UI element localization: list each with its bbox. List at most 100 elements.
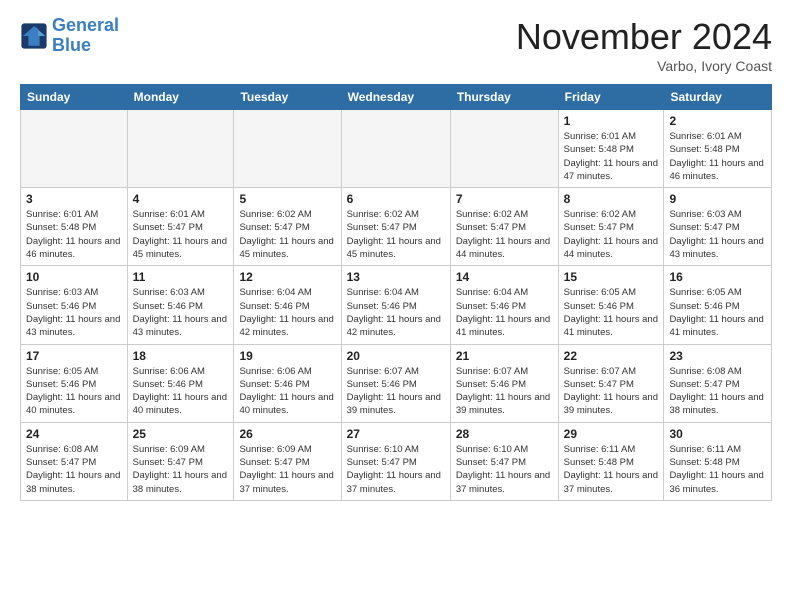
day-number: 19 [239,349,335,363]
day-number: 15 [564,270,659,284]
weekday-header: Monday [127,85,234,110]
day-info: Sunrise: 6:09 AM Sunset: 5:47 PM Dayligh… [239,443,335,496]
weekday-header: Saturday [664,85,772,110]
day-info: Sunrise: 6:05 AM Sunset: 5:46 PM Dayligh… [669,286,766,339]
calendar-cell: 2 Sunrise: 6:01 AM Sunset: 5:48 PM Daylig… [664,110,772,188]
calendar-cell: 5Sunrise: 6:02 AM Sunset: 5:47 PM Daylig… [234,188,341,266]
calendar: SundayMondayTuesdayWednesdayThursdayFrid… [20,84,772,501]
day-number: 7 [456,192,553,206]
calendar-cell: 25 Sunrise: 6:09 AM Sunset: 5:47 PM Dayli… [127,422,234,500]
calendar-cell: 18 Sunrise: 6:06 AM Sunset: 5:46 PM Dayli… [127,344,234,422]
day-number: 27 [347,427,445,441]
day-info: Sunrise: 6:02 AM Sunset: 5:47 PM Dayligh… [239,208,335,261]
calendar-week-row: 3Sunrise: 6:01 AM Sunset: 5:48 PM Daylig… [21,188,772,266]
day-info: Sunrise: 6:06 AM Sunset: 5:46 PM Dayligh… [133,365,229,418]
day-number: 1 [564,114,659,128]
day-number: 8 [564,192,659,206]
header: General Blue November 2024 Varbo, Ivory … [20,16,772,74]
day-info: Sunrise: 6:08 AM Sunset: 5:47 PM Dayligh… [669,365,766,418]
day-info: Sunrise: 6:02 AM Sunset: 5:47 PM Dayligh… [564,208,659,261]
calendar-cell: 13 Sunrise: 6:04 AM Sunset: 5:46 PM Dayli… [341,266,450,344]
calendar-cell: 22 Sunrise: 6:07 AM Sunset: 5:47 PM Dayli… [558,344,664,422]
day-number: 18 [133,349,229,363]
weekday-header-row: SundayMondayTuesdayWednesdayThursdayFrid… [21,85,772,110]
calendar-cell: 3Sunrise: 6:01 AM Sunset: 5:48 PM Daylig… [21,188,128,266]
calendar-week-row: 24Sunrise: 6:08 AM Sunset: 5:47 PM Dayli… [21,422,772,500]
calendar-week-row: 17 Sunrise: 6:05 AM Sunset: 5:46 PM Dayli… [21,344,772,422]
calendar-cell: 12 Sunrise: 6:04 AM Sunset: 5:46 PM Dayli… [234,266,341,344]
calendar-cell: 21Sunrise: 6:07 AM Sunset: 5:46 PM Dayli… [450,344,558,422]
day-info: Sunrise: 6:05 AM Sunset: 5:46 PM Dayligh… [26,365,122,418]
day-info: Sunrise: 6:02 AM Sunset: 5:47 PM Dayligh… [347,208,445,261]
calendar-cell: 26 Sunrise: 6:09 AM Sunset: 5:47 PM Dayli… [234,422,341,500]
calendar-cell: 15 Sunrise: 6:05 AM Sunset: 5:46 PM Dayli… [558,266,664,344]
calendar-cell: 8 Sunrise: 6:02 AM Sunset: 5:47 PM Daylig… [558,188,664,266]
calendar-cell: 29 Sunrise: 6:11 AM Sunset: 5:48 PM Dayli… [558,422,664,500]
title-block: November 2024 Varbo, Ivory Coast [516,16,772,74]
day-number: 25 [133,427,229,441]
calendar-cell [21,110,128,188]
calendar-cell: 24Sunrise: 6:08 AM Sunset: 5:47 PM Dayli… [21,422,128,500]
calendar-cell: 17 Sunrise: 6:05 AM Sunset: 5:46 PM Dayli… [21,344,128,422]
logo: General Blue [20,16,119,56]
calendar-cell: 4Sunrise: 6:01 AM Sunset: 5:47 PM Daylig… [127,188,234,266]
day-number: 26 [239,427,335,441]
calendar-cell [341,110,450,188]
calendar-cell: 30Sunrise: 6:11 AM Sunset: 5:48 PM Dayli… [664,422,772,500]
weekday-header: Tuesday [234,85,341,110]
day-info: Sunrise: 6:01 AM Sunset: 5:48 PM Dayligh… [669,130,766,183]
day-info: Sunrise: 6:11 AM Sunset: 5:48 PM Dayligh… [564,443,659,496]
day-number: 14 [456,270,553,284]
day-info: Sunrise: 6:10 AM Sunset: 5:47 PM Dayligh… [456,443,553,496]
month-title: November 2024 [516,16,772,58]
calendar-cell: 11 Sunrise: 6:03 AM Sunset: 5:46 PM Dayli… [127,266,234,344]
day-info: Sunrise: 6:03 AM Sunset: 5:47 PM Dayligh… [669,208,766,261]
day-number: 6 [347,192,445,206]
weekday-header: Friday [558,85,664,110]
location: Varbo, Ivory Coast [516,58,772,74]
day-info: Sunrise: 6:04 AM Sunset: 5:46 PM Dayligh… [239,286,335,339]
day-number: 17 [26,349,122,363]
day-info: Sunrise: 6:07 AM Sunset: 5:47 PM Dayligh… [564,365,659,418]
day-number: 11 [133,270,229,284]
calendar-cell: 10 Sunrise: 6:03 AM Sunset: 5:46 PM Dayli… [21,266,128,344]
day-number: 29 [564,427,659,441]
calendar-cell: 9Sunrise: 6:03 AM Sunset: 5:47 PM Daylig… [664,188,772,266]
day-number: 28 [456,427,553,441]
day-info: Sunrise: 6:08 AM Sunset: 5:47 PM Dayligh… [26,443,122,496]
weekday-header: Wednesday [341,85,450,110]
day-info: Sunrise: 6:01 AM Sunset: 5:48 PM Dayligh… [26,208,122,261]
day-number: 12 [239,270,335,284]
calendar-cell: 14 Sunrise: 6:04 AM Sunset: 5:46 PM Dayli… [450,266,558,344]
day-number: 23 [669,349,766,363]
calendar-cell: 7 Sunrise: 6:02 AM Sunset: 5:47 PM Daylig… [450,188,558,266]
calendar-cell [450,110,558,188]
day-number: 13 [347,270,445,284]
day-info: Sunrise: 6:04 AM Sunset: 5:46 PM Dayligh… [456,286,553,339]
day-info: Sunrise: 6:03 AM Sunset: 5:46 PM Dayligh… [133,286,229,339]
day-info: Sunrise: 6:04 AM Sunset: 5:46 PM Dayligh… [347,286,445,339]
calendar-cell: 28 Sunrise: 6:10 AM Sunset: 5:47 PM Dayli… [450,422,558,500]
calendar-week-row: 1 Sunrise: 6:01 AM Sunset: 5:48 PM Daylig… [21,110,772,188]
calendar-cell: 20 Sunrise: 6:07 AM Sunset: 5:46 PM Dayli… [341,344,450,422]
calendar-cell: 1Sunrise: 6:01 AM Sunset: 5:48 PM Daylig… [558,110,664,188]
day-info: Sunrise: 6:07 AM Sunset: 5:46 PM Dayligh… [347,365,445,418]
day-number: 2 [669,114,766,128]
day-number: 30 [669,427,766,441]
logo-text: General Blue [52,16,119,56]
calendar-week-row: 10 Sunrise: 6:03 AM Sunset: 5:46 PM Dayli… [21,266,772,344]
calendar-cell [127,110,234,188]
day-info: Sunrise: 6:10 AM Sunset: 5:47 PM Dayligh… [347,443,445,496]
calendar-cell: 23 Sunrise: 6:08 AM Sunset: 5:47 PM Dayli… [664,344,772,422]
day-info: Sunrise: 6:03 AM Sunset: 5:46 PM Dayligh… [26,286,122,339]
day-number: 20 [347,349,445,363]
calendar-cell: 16 Sunrise: 6:05 AM Sunset: 5:46 PM Dayli… [664,266,772,344]
day-number: 10 [26,270,122,284]
calendar-cell: 27 Sunrise: 6:10 AM Sunset: 5:47 PM Dayli… [341,422,450,500]
day-info: Sunrise: 6:05 AM Sunset: 5:46 PM Dayligh… [564,286,659,339]
weekday-header: Sunday [21,85,128,110]
day-info: Sunrise: 6:09 AM Sunset: 5:47 PM Dayligh… [133,443,229,496]
day-number: 22 [564,349,659,363]
day-info: Sunrise: 6:02 AM Sunset: 5:47 PM Dayligh… [456,208,553,261]
day-number: 16 [669,270,766,284]
